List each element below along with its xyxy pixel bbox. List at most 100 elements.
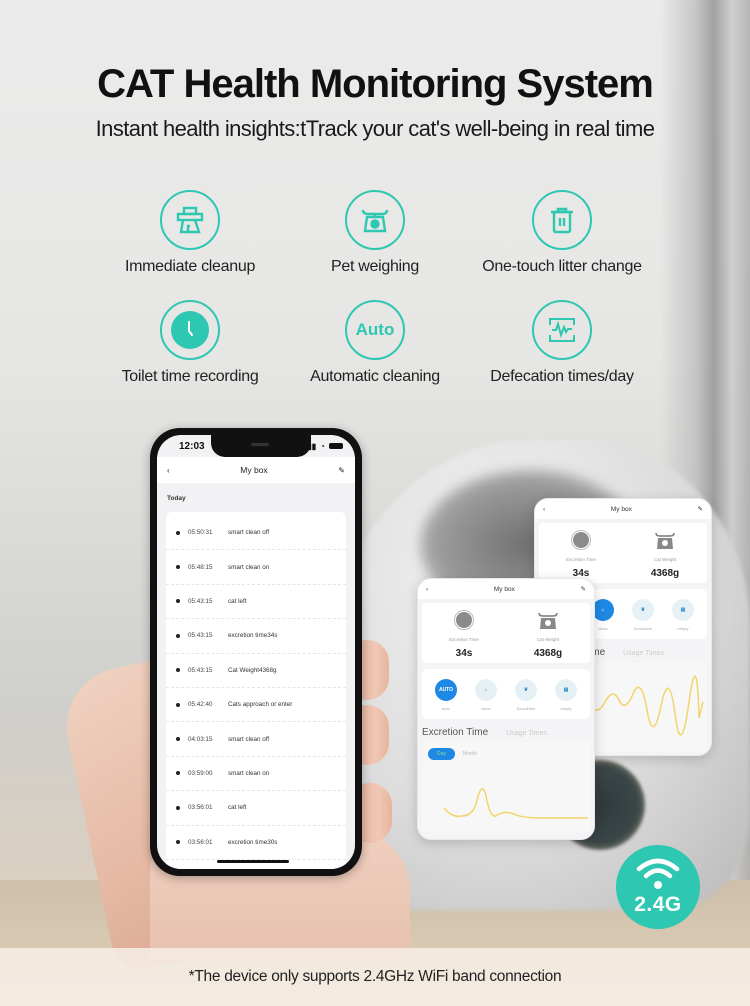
log-time: 05:50:31: [188, 529, 213, 537]
feature-litter-change: One-touch litter change: [462, 190, 662, 276]
bullet-icon: [176, 530, 180, 535]
nav-bar: ‹ My box ✎: [157, 457, 355, 483]
log-row: 03:56:01 cat left: [166, 791, 346, 826]
wifi-icon: ◔: [320, 441, 325, 451]
feature-label: Toilet time recording: [121, 368, 259, 385]
feature-immediate-cleanup: Immediate cleanup: [90, 190, 290, 276]
wifi-icon: [636, 858, 680, 889]
excretion-chart: Day Month: [422, 742, 590, 832]
card-title: My box: [493, 585, 515, 593]
log-time: 05:43:15: [188, 632, 213, 640]
log-time: 05:43:15: [188, 597, 213, 605]
log-event: smart clean off: [228, 735, 270, 743]
feature-toilet-time: Toilet time recording: [90, 300, 290, 386]
home-indicator[interactable]: [217, 860, 289, 863]
feature-label: Defecation times/day: [490, 368, 634, 385]
timer-icon: [570, 529, 592, 551]
feature-defecation-times: Defecation times/day: [462, 300, 662, 386]
mode-empty[interactable]: ▤ empty: [546, 679, 586, 711]
mode-auto[interactable]: AUTOauto: [426, 679, 466, 711]
log-event: excretion time30s: [228, 838, 278, 846]
activity-log: 05:50:31 smart clean off 05:48:15 smart cle…: [166, 512, 346, 869]
pill-month[interactable]: Month: [463, 751, 477, 757]
log-time: 05:43:15: [188, 666, 213, 674]
page-subtitle: Instant health insights:tTrack your cat'…: [95, 116, 655, 141]
log-row: 05:43:15 Cat Weight4368g: [166, 654, 346, 688]
log-row: 05:42:40 Cats approach or enter: [166, 688, 346, 723]
log-event: cat left: [228, 804, 247, 812]
mode-clean[interactable]: ⌂ clean: [466, 679, 506, 711]
cleanup-rake-icon: [160, 190, 220, 250]
phone-notch: [211, 435, 311, 457]
timer-icon: [453, 609, 475, 631]
badge-text: 2.4G: [634, 893, 682, 916]
bullet-icon: [176, 565, 180, 570]
feature-label: Automatic cleaning: [310, 368, 440, 385]
bin-icon: ▤: [555, 679, 577, 701]
clock-icon: [160, 300, 220, 360]
mode-empty[interactable]: ▤ empty: [663, 599, 703, 631]
scale-icon: [654, 529, 676, 551]
clean-icon: ⌂: [475, 679, 497, 701]
smartphone: 12:03 ▮▮ ◔ ‹ My box ✎ Today 05:50:31 smar…: [150, 428, 362, 876]
edit-icon[interactable]: ✎: [338, 466, 345, 475]
status-time: 12:03: [179, 440, 205, 452]
heartbeat-monitor-icon: [532, 300, 592, 360]
app-card-front: ‹ My box ✎ Excretion Time 34s Cat Weight…: [417, 578, 595, 840]
bullet-icon: [176, 599, 180, 604]
bullet-icon: [176, 737, 180, 742]
tab-usage-times[interactable]: Usage Times: [623, 650, 664, 657]
log-row: 05:48:15 smart clean on: [166, 550, 346, 585]
trash-bin-icon: [532, 190, 592, 250]
tab-excretion-time[interactable]: Excretion Time: [422, 727, 488, 738]
bullet-icon: [176, 805, 180, 810]
log-event: smart clean off: [228, 529, 270, 537]
scale-icon: [345, 190, 405, 250]
log-time: 03:56:01: [188, 838, 213, 846]
log-row: 03:56:01 excretion time30s: [166, 826, 346, 860]
log-time: 05:42:40: [188, 701, 213, 709]
section-label: Today: [167, 495, 186, 502]
log-row: 05:50:31 smart clean off: [166, 516, 346, 551]
stat-excretion-time: Excretion Time 34s: [539, 529, 623, 579]
bullet-icon: [176, 633, 180, 638]
wifi-2.4g-badge: 2.4G: [616, 845, 700, 929]
footer-banner: *The device only supports 2.4GHz WiFi ba…: [0, 948, 750, 1006]
feature-label: One-touch litter change: [482, 258, 642, 275]
tab-usage-times[interactable]: Usage Times: [506, 730, 547, 737]
mode-deodorizer[interactable]: ❦ Deordrizer: [623, 599, 663, 631]
bullet-icon: [176, 840, 180, 845]
phone-screen: 12:03 ▮▮ ◔ ‹ My box ✎ Today 05:50:31 smar…: [157, 435, 355, 869]
log-time: 05:48:15: [188, 563, 213, 571]
edit-icon[interactable]: ✎: [581, 585, 586, 593]
footer-note: *The device only supports 2.4GHz WiFi ba…: [188, 968, 562, 985]
log-event: cat left: [228, 597, 247, 605]
bin-icon: ▤: [672, 599, 694, 621]
log-time: 03:56:01: [188, 804, 213, 812]
clean-icon: ⌂: [592, 599, 614, 621]
edit-icon[interactable]: ✎: [698, 505, 703, 513]
pill-day[interactable]: Day: [428, 748, 455, 760]
bullet-icon: [176, 668, 180, 673]
stat-cat-weight: Cat Weight 4368g: [506, 609, 590, 659]
back-icon[interactable]: ‹: [426, 586, 428, 593]
feature-label: Pet weighing: [330, 258, 420, 275]
back-icon[interactable]: ‹: [543, 506, 545, 513]
log-row: 04:03:15 smart clean off: [166, 722, 346, 757]
mode-deodorizer[interactable]: ❦ Deordrizer: [506, 679, 546, 711]
log-event: Cats approach or enter: [228, 701, 293, 709]
log-event: smart clean on: [228, 563, 270, 571]
log-row: 05:43:15 cat left: [166, 585, 346, 620]
log-event: smart clean on: [228, 769, 270, 777]
auto-icon: Auto: [345, 300, 405, 360]
back-icon[interactable]: ‹: [167, 466, 170, 475]
card-title: My box: [610, 505, 632, 513]
battery-icon: [329, 443, 343, 449]
nav-title: My box: [240, 465, 268, 475]
scale-icon: [537, 609, 559, 631]
bullet-icon: [176, 771, 180, 776]
log-time: 04:03:15: [188, 735, 213, 743]
chart-line: [443, 787, 588, 819]
feature-label: Immediate cleanup: [124, 258, 256, 275]
feature-automatic-cleaning: Auto Automatic cleaning: [275, 300, 475, 386]
